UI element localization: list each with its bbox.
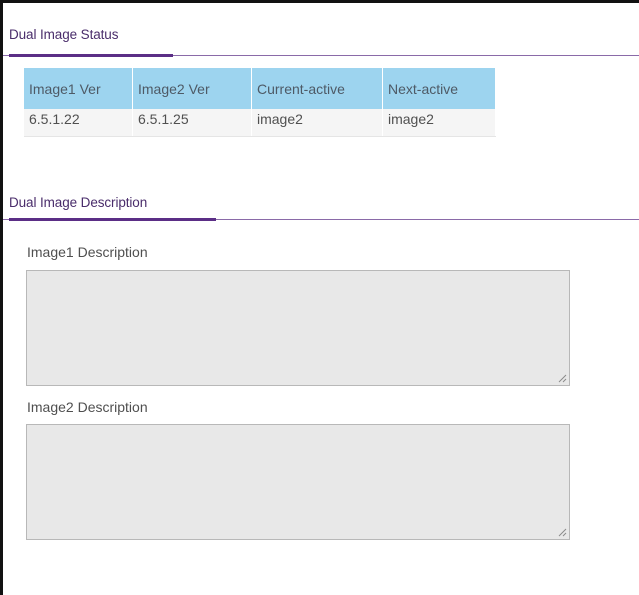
- image1-description-label: Image1 Description: [27, 244, 148, 260]
- dual-image-page: Dual Image Status Image1 Ver Image2 Ver …: [0, 0, 639, 595]
- dual-image-status-table: Image1 Ver Image2 Ver Current-active Nex…: [24, 68, 496, 137]
- description-section-title: Dual Image Description: [9, 195, 148, 210]
- status-section-title: Dual Image Status: [9, 27, 119, 42]
- resize-grip-icon[interactable]: [558, 528, 567, 537]
- cell-next-active: image2: [382, 109, 496, 137]
- table-header-row: Image1 Ver Image2 Ver Current-active Nex…: [24, 68, 496, 109]
- image2-description-label: Image2 Description: [27, 399, 148, 415]
- image1-description-textarea[interactable]: [26, 270, 570, 386]
- column-header-next-active: Next-active: [382, 68, 496, 109]
- status-section-header: Dual Image Status: [3, 24, 639, 60]
- column-header-image1-ver: Image1 Ver: [24, 68, 133, 109]
- resize-grip-icon[interactable]: [558, 374, 567, 383]
- table-row: 6.5.1.22 6.5.1.25 image2 image2: [24, 109, 496, 137]
- cell-image1-ver: 6.5.1.22: [24, 109, 133, 137]
- status-section-underline: [9, 54, 173, 57]
- description-section-header: Dual Image Description: [3, 190, 639, 226]
- description-section-underline: [9, 218, 216, 221]
- cell-image2-ver: 6.5.1.25: [132, 109, 252, 137]
- frame-left-border: [0, 0, 3, 595]
- frame-top-border: [0, 0, 639, 3]
- image2-description-textarea[interactable]: [26, 424, 570, 540]
- cell-current-active: image2: [251, 109, 383, 137]
- column-header-current-active: Current-active: [251, 68, 383, 109]
- column-header-image2-ver: Image2 Ver: [132, 68, 252, 109]
